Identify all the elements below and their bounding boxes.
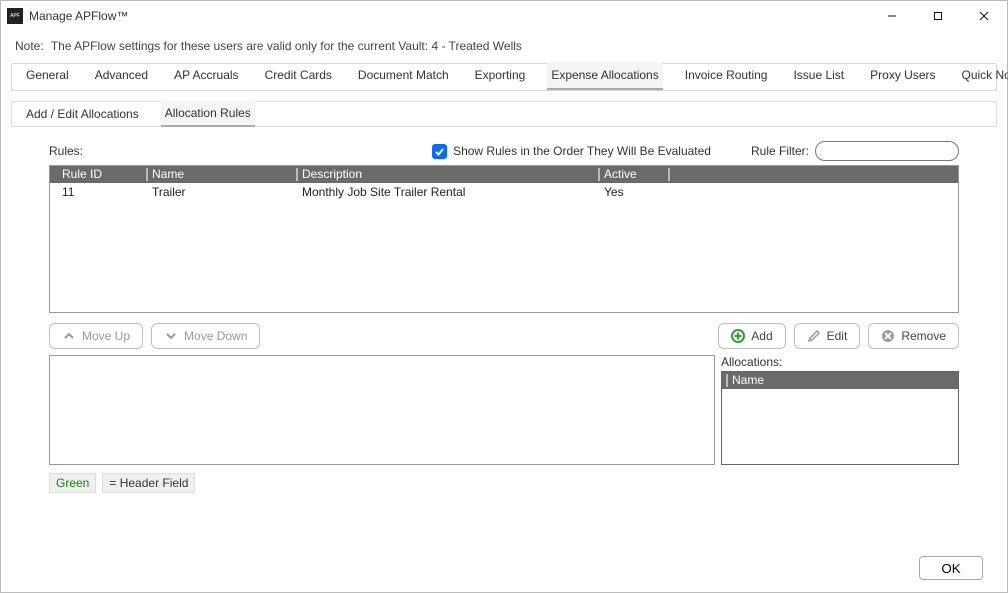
th-rule-id[interactable]: Rule ID — [56, 166, 146, 183]
rule-filter-input[interactable] — [815, 141, 959, 161]
sub-tabs: Add / Edit Allocations Allocation Rules — [11, 101, 997, 127]
tab-document-match[interactable]: Document Match — [354, 62, 453, 90]
tab-invoice-routing[interactable]: Invoice Routing — [681, 62, 772, 90]
edit-label: Edit — [827, 329, 848, 343]
move-up-label: Move Up — [82, 329, 130, 343]
tab-issue-list[interactable]: Issue List — [789, 62, 848, 90]
allocations-panel: Allocations: Name — [721, 355, 959, 465]
add-icon — [731, 329, 745, 343]
ok-button[interactable]: OK — [919, 556, 983, 580]
rules-table-header: Rule ID Name Description Active — [50, 166, 958, 183]
add-label: Add — [751, 329, 772, 343]
add-button[interactable]: Add — [718, 323, 785, 349]
cell-rule-tail — [668, 185, 958, 199]
app-icon: APF — [7, 8, 23, 24]
tab-exporting[interactable]: Exporting — [471, 62, 530, 90]
minimize-icon — [887, 11, 897, 21]
chevron-down-icon — [164, 329, 178, 343]
content-area: Rules: Show Rules in the Order They Will… — [1, 127, 1007, 546]
th-rule-name[interactable]: Name — [146, 166, 296, 183]
window-title: Manage APFlow™ — [29, 9, 869, 23]
chevron-up-icon — [62, 329, 76, 343]
note-text: The APFlow settings for these users are … — [51, 39, 522, 53]
th-rule-tail — [668, 166, 958, 183]
minimize-button[interactable] — [869, 1, 915, 31]
detail-panel — [49, 355, 715, 465]
remove-label: Remove — [901, 329, 946, 343]
check-icon — [434, 146, 445, 157]
rules-table-body: 11TrailerMonthly Job Site Trailer Rental… — [50, 183, 958, 201]
legend-row: Green = Header Field — [49, 473, 959, 493]
maximize-icon — [933, 11, 943, 21]
remove-button[interactable]: Remove — [868, 323, 959, 349]
move-down-button[interactable]: Move Down — [151, 323, 260, 349]
show-order-checkbox[interactable] — [432, 144, 447, 159]
th-rule-active[interactable]: Active — [598, 166, 668, 183]
lower-row: Allocations: Name — [49, 355, 959, 465]
cell-rule-name: Trailer — [146, 185, 296, 199]
maximize-button[interactable] — [915, 1, 961, 31]
legend-desc: = Header Field — [102, 473, 195, 493]
edit-button[interactable]: Edit — [794, 323, 861, 349]
note-row: Note: The APFlow settings for these user… — [1, 31, 1007, 63]
move-up-button[interactable]: Move Up — [49, 323, 143, 349]
tab-general[interactable]: General — [22, 62, 73, 90]
main-tabs: General Advanced AP Accruals Credit Cards Do… — [11, 63, 997, 91]
rule-filter-label: Rule Filter: — [751, 144, 809, 158]
rules-button-row: Move Up Move Down Add Edit — [49, 323, 959, 349]
show-order-label: Show Rules in the Order They Will Be Eva… — [453, 144, 711, 158]
window-controls — [869, 1, 1007, 31]
subtab-allocation-rules[interactable]: Allocation Rules — [161, 101, 255, 127]
tab-advanced[interactable]: Advanced — [91, 62, 152, 90]
table-row[interactable]: 11TrailerMonthly Job Site Trailer Rental… — [50, 183, 958, 201]
note-label: Note: — [15, 39, 44, 53]
titlebar: APF Manage APFlow™ — [1, 1, 1007, 31]
allocations-table: Name — [721, 371, 959, 465]
subtab-add-edit-allocations[interactable]: Add / Edit Allocations — [22, 102, 143, 126]
tab-ap-accruals[interactable]: AP Accruals — [170, 62, 242, 90]
th-rule-desc[interactable]: Description — [296, 166, 598, 183]
move-down-label: Move Down — [184, 329, 247, 343]
show-order-check-wrap: Show Rules in the Order They Will Be Eva… — [432, 144, 711, 159]
tab-credit-cards[interactable]: Credit Cards — [261, 62, 336, 90]
footer: OK — [1, 546, 1007, 592]
rules-label: Rules: — [49, 144, 83, 158]
cell-rule-active: Yes — [598, 185, 668, 199]
close-button[interactable] — [961, 1, 1007, 31]
rule-filter-wrap: Rule Filter: — [751, 141, 959, 161]
rules-topbar: Rules: Show Rules in the Order They Will… — [49, 141, 959, 161]
allocations-th-name[interactable]: Name — [722, 372, 958, 389]
legend-green-chip: Green — [49, 473, 96, 493]
allocations-label: Allocations: — [721, 355, 959, 369]
cell-rule-desc: Monthly Job Site Trailer Rental — [296, 185, 598, 199]
tab-proxy-users[interactable]: Proxy Users — [866, 62, 939, 90]
close-icon — [979, 11, 989, 21]
tab-expense-allocations[interactable]: Expense Allocations — [547, 62, 662, 90]
window: APF Manage APFlow™ Note: The APFlow sett… — [0, 0, 1008, 593]
cell-rule-id: 11 — [56, 185, 146, 199]
tab-quick-notes[interactable]: Quick Notes — [958, 62, 1008, 90]
pencil-icon — [807, 329, 821, 343]
remove-icon — [881, 329, 895, 343]
rules-table: Rule ID Name Description Active 11Traile… — [49, 165, 959, 313]
